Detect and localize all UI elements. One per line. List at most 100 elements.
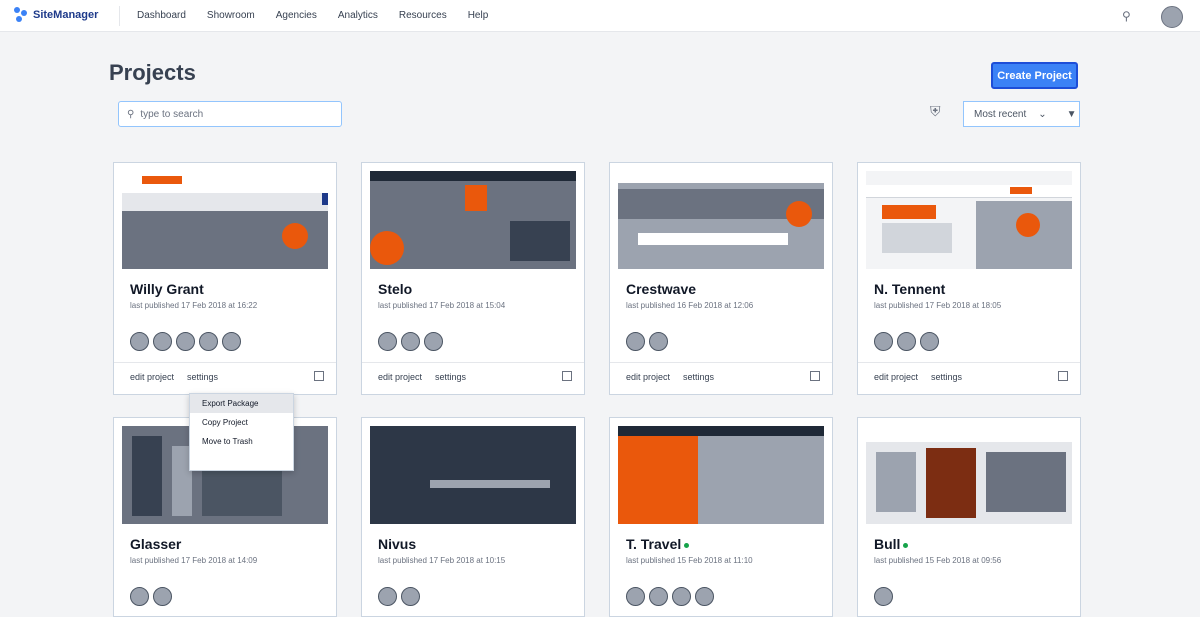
nav-links: Dashboard Showroom Agencies Analytics Re… [137, 10, 488, 21]
logo-icon [14, 7, 28, 23]
user-avatar[interactable] [1161, 6, 1183, 28]
nav-resources[interactable]: Resources [399, 10, 447, 21]
avatar[interactable] [401, 587, 420, 606]
avatar[interactable] [153, 587, 172, 606]
external-link-icon[interactable] [810, 371, 820, 381]
nav-dashboard[interactable]: Dashboard [137, 10, 186, 21]
create-project-button[interactable]: Create Project [991, 62, 1078, 89]
avatar[interactable] [695, 587, 714, 606]
settings-dropdown[interactable]: settings [187, 372, 218, 382]
avatar[interactable] [626, 587, 645, 606]
avatar[interactable] [378, 332, 397, 351]
project-last-published: last published 17 Feb 2018 at 18:05 [874, 301, 1002, 310]
menu-item-copy-project[interactable]: Copy Project [190, 413, 293, 432]
project-title[interactable]: T. Travel [626, 536, 816, 552]
nav-help[interactable]: Help [468, 10, 489, 21]
shield-icon[interactable]: ⛨ [930, 103, 941, 120]
avatar[interactable] [199, 332, 218, 351]
project-card[interactable]: Crestwave last published 16 Feb 2018 at … [609, 162, 833, 395]
project-thumbnail [122, 171, 328, 269]
menu-item-export-package[interactable]: Export Package [190, 394, 293, 413]
external-link-icon[interactable] [314, 371, 324, 381]
nav-agencies[interactable]: Agencies [276, 10, 317, 21]
collaborators [130, 332, 241, 351]
avatar[interactable] [153, 332, 172, 351]
project-title[interactable]: Willy Grant [130, 281, 320, 297]
avatar[interactable] [897, 332, 916, 351]
card-footer: edit project settings [114, 362, 336, 393]
collaborators [874, 332, 939, 351]
project-last-published: last published 17 Feb 2018 at 14:09 [130, 556, 258, 565]
sort-select[interactable]: Most recent ⌄ ▼ [963, 101, 1080, 127]
live-status-dot [684, 542, 690, 548]
avatar[interactable] [649, 587, 668, 606]
project-title[interactable]: Glasser [130, 536, 320, 552]
avatar[interactable] [222, 332, 241, 351]
nav-showroom[interactable]: Showroom [207, 10, 255, 21]
top-nav: SiteManager Dashboard Showroom Agencies … [0, 0, 1200, 32]
edit-project-link[interactable]: edit project [626, 372, 670, 382]
collaborators [626, 332, 668, 351]
search-placeholder: type to search [140, 108, 204, 120]
nav-analytics[interactable]: Analytics [338, 10, 378, 21]
project-last-published: last published 17 Feb 2018 at 10:15 [378, 556, 506, 565]
project-title-text: T. Travel [626, 536, 682, 552]
project-title[interactable]: Nivus [378, 536, 568, 552]
search-input[interactable]: ⚲ type to search [118, 101, 342, 127]
project-title-text: Bull [874, 536, 901, 552]
edit-project-link[interactable]: edit project [874, 372, 918, 382]
edit-project-link[interactable]: edit project [130, 372, 174, 382]
avatar[interactable] [130, 332, 149, 351]
project-card[interactable]: Bull last published 15 Feb 2018 at 09:56 [857, 417, 1081, 617]
project-card[interactable]: Stelo last published 17 Feb 2018 at 15:0… [361, 162, 585, 395]
project-thumbnail [370, 426, 576, 524]
project-card[interactable]: Nivus last published 17 Feb 2018 at 10:1… [361, 417, 585, 617]
page-title: Projects [109, 60, 196, 85]
card-footer: edit project settings [362, 362, 584, 393]
collaborators [626, 587, 714, 606]
project-title[interactable]: Stelo [378, 281, 568, 297]
project-thumbnail [866, 171, 1072, 269]
avatar[interactable] [378, 587, 397, 606]
avatar[interactable] [874, 332, 893, 351]
settings-dropdown[interactable]: settings [931, 372, 962, 382]
project-title[interactable]: Bull [874, 536, 1064, 552]
edit-project-link[interactable]: edit project [378, 372, 422, 382]
project-last-published: last published 17 Feb 2018 at 16:22 [130, 301, 258, 310]
project-title[interactable]: Crestwave [626, 281, 816, 297]
collaborators [874, 587, 893, 606]
project-last-published: last published 15 Feb 2018 at 11:10 [626, 556, 753, 565]
project-last-published: last published 16 Feb 2018 at 12:06 [626, 301, 754, 310]
external-link-icon[interactable] [562, 371, 572, 381]
app-logo[interactable]: SiteManager [14, 7, 98, 23]
filter-icon: ▼ [1066, 108, 1077, 120]
external-link-icon[interactable] [1058, 371, 1068, 381]
avatar[interactable] [401, 332, 420, 351]
settings-dropdown[interactable]: settings [435, 372, 466, 382]
project-thumbnail [866, 426, 1072, 524]
avatar[interactable] [130, 587, 149, 606]
collaborators [130, 587, 172, 606]
avatar[interactable] [874, 587, 893, 606]
avatar[interactable] [672, 587, 691, 606]
avatar[interactable] [626, 332, 645, 351]
project-thumbnail [618, 171, 824, 269]
project-last-published: last published 17 Feb 2018 at 15:04 [378, 301, 506, 310]
chevron-down-icon: ⌄ [1038, 108, 1047, 120]
settings-dropdown[interactable]: settings [683, 372, 714, 382]
sort-label: Most recent [974, 108, 1027, 120]
avatar[interactable] [176, 332, 195, 351]
avatar[interactable] [424, 332, 443, 351]
project-card[interactable]: T. Travel last published 15 Feb 2018 at … [609, 417, 833, 617]
project-last-published: last published 15 Feb 2018 at 09:56 [874, 556, 1002, 565]
collaborators [378, 332, 443, 351]
search-icon[interactable]: ⚲ [1122, 9, 1131, 23]
project-card[interactable]: N. Tennent last published 17 Feb 2018 at… [857, 162, 1081, 395]
project-card[interactable]: Willy Grant last published 17 Feb 2018 a… [113, 162, 337, 395]
project-title[interactable]: N. Tennent [874, 281, 1064, 297]
menu-item-move-to-trash[interactable]: Move to Trash [190, 432, 293, 451]
live-status-dot [903, 542, 909, 548]
project-thumbnail [618, 426, 824, 524]
avatar[interactable] [920, 332, 939, 351]
avatar[interactable] [649, 332, 668, 351]
